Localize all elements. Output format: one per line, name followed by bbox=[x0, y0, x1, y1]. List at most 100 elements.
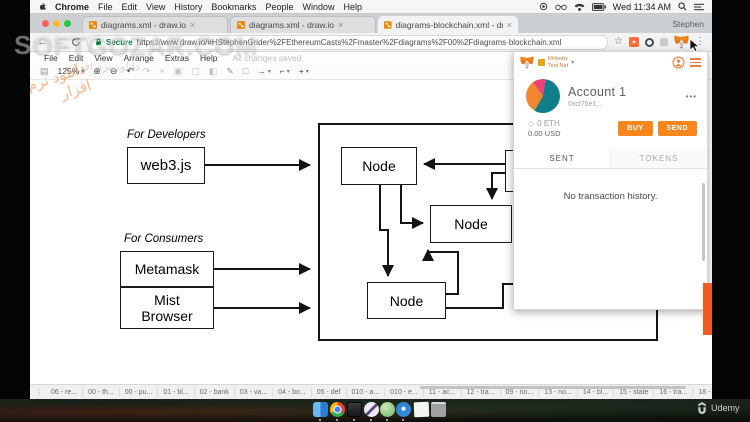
empty-history-message: No transaction history. bbox=[563, 191, 658, 202]
plus-icon: + bbox=[298, 66, 304, 76]
page-tabs-handle-icon[interactable]: ⋮ bbox=[32, 388, 46, 397]
dock-running-dot bbox=[336, 419, 338, 421]
page-tabs-scrollbar[interactable] bbox=[420, 386, 686, 389]
hamburger-menu-icon[interactable] bbox=[690, 58, 701, 67]
desktop-dock-strip: Udemy bbox=[0, 399, 750, 422]
dock-running-dot bbox=[402, 419, 404, 421]
to-back-button[interactable]: ▢ bbox=[191, 66, 200, 76]
menu-app-name[interactable]: Chrome bbox=[55, 2, 89, 12]
page-tab[interactable]: 04 - bo... bbox=[273, 387, 312, 397]
arrow-style-dropdown[interactable]: → ▾ bbox=[257, 66, 271, 76]
apple-icon[interactable] bbox=[38, 2, 46, 12]
close-window-button[interactable] bbox=[42, 20, 49, 27]
battery-icon[interactable] bbox=[591, 2, 606, 11]
page-tab[interactable]: 02 - bank bbox=[195, 387, 235, 397]
popup-scrollbar[interactable] bbox=[702, 183, 705, 261]
dock-running-dot bbox=[370, 419, 372, 421]
udemy-watermark-bar bbox=[703, 283, 712, 335]
minimize-window-button[interactable] bbox=[53, 20, 60, 27]
menu-bookmarks[interactable]: Bookmarks bbox=[211, 2, 256, 12]
buy-button[interactable]: BUY bbox=[618, 121, 653, 136]
page-tab[interactable]: 010 - a... bbox=[347, 387, 386, 397]
watermark-persian-2: دانلود نرم افزار bbox=[70, 61, 141, 73]
network-name-line2: Test Net bbox=[548, 62, 569, 69]
to-front-button[interactable]: ▣ bbox=[174, 66, 183, 76]
chrome-profile-name[interactable]: Stephen bbox=[672, 19, 704, 29]
drawio-favicon bbox=[237, 21, 245, 29]
account-options-icon[interactable]: ••• bbox=[686, 92, 697, 101]
letterbox-right bbox=[712, 0, 750, 399]
page-tab[interactable]: 06 - re... bbox=[46, 387, 84, 397]
chevron-down-icon: ▾ bbox=[571, 60, 575, 66]
bookmark-star-icon[interactable]: ☆ bbox=[614, 37, 623, 47]
page-tab[interactable]: 18 - ov... bbox=[693, 388, 712, 397]
menu-file[interactable]: File bbox=[98, 2, 113, 12]
zoom-window-button[interactable] bbox=[64, 20, 71, 27]
delete-button[interactable]: × bbox=[159, 66, 164, 76]
letterbox-left bbox=[0, 0, 30, 422]
spotlight-search-icon[interactable] bbox=[678, 2, 687, 11]
dock-trash-icon[interactable] bbox=[431, 402, 446, 417]
account-address[interactable]: 0xcf76e1... bbox=[568, 101, 626, 108]
fill-color-button[interactable]: ◧ bbox=[209, 66, 218, 76]
tab-close-icon[interactable]: × bbox=[190, 20, 195, 30]
menu-help[interactable]: Help bbox=[343, 2, 362, 12]
glasses-icon[interactable] bbox=[555, 3, 567, 11]
tab-tokens[interactable]: TOKENS bbox=[611, 149, 707, 168]
transaction-list: No transaction history. bbox=[514, 169, 707, 317]
dock-running-dot bbox=[386, 419, 388, 421]
chevron-down-icon: ▾ bbox=[286, 68, 290, 75]
drawio-page-tab-bar: ⋮ 06 - re... 00 - th... 00 - pu... 01 - … bbox=[30, 384, 712, 399]
dock-safari-icon[interactable] bbox=[396, 402, 411, 417]
record-icon[interactable] bbox=[539, 2, 548, 11]
page-tab[interactable]: 05 - def bbox=[312, 387, 347, 397]
mouse-cursor bbox=[690, 39, 700, 53]
metamask-fox-icon[interactable] bbox=[674, 35, 689, 49]
dock-terminal-icon[interactable] bbox=[347, 402, 362, 417]
notification-center-icon[interactable] bbox=[694, 3, 704, 11]
send-button[interactable]: SEND bbox=[657, 121, 697, 136]
menu-people[interactable]: People bbox=[265, 2, 293, 12]
menu-view[interactable]: View bbox=[146, 2, 165, 12]
tab-close-icon[interactable]: × bbox=[507, 20, 512, 30]
page-tab[interactable]: 00 - pu... bbox=[120, 387, 159, 397]
switch-account-icon[interactable] bbox=[672, 56, 685, 69]
insert-dropdown[interactable]: + ▾ bbox=[299, 66, 309, 76]
wifi-icon[interactable] bbox=[574, 3, 585, 11]
page-tab[interactable]: 010 - e... bbox=[385, 387, 424, 397]
menu-clock[interactable]: Wed 11:34 AM bbox=[613, 2, 671, 12]
metamask-fox-icon bbox=[520, 56, 534, 69]
balance-row: ◇ 0 ETH 0.00 USD BUY SEND bbox=[514, 117, 707, 144]
metamask-header: Rinkeby Test Net ▾ bbox=[514, 52, 707, 71]
connector-style-dropdown[interactable]: ⌐ ▾ bbox=[280, 66, 290, 76]
dock-running-dot bbox=[353, 419, 355, 421]
menu-window[interactable]: Window bbox=[302, 2, 334, 12]
dock-document-icon[interactable] bbox=[413, 401, 430, 418]
screen: Chrome File Edit View History Bookmarks … bbox=[0, 0, 750, 422]
dock-running-dot bbox=[319, 419, 321, 421]
extension-gray-icon[interactable] bbox=[660, 38, 668, 46]
menu-history[interactable]: History bbox=[174, 2, 202, 12]
dock-chrome-icon[interactable] bbox=[330, 402, 345, 417]
page-tab[interactable]: 01 - bl... bbox=[158, 387, 195, 397]
dock-editor-icon[interactable] bbox=[364, 402, 379, 417]
page-tab[interactable]: 03 - va... bbox=[235, 387, 274, 397]
extension-ring-icon[interactable] bbox=[645, 37, 654, 47]
tab-title: diagrams.xml - draw.io bbox=[101, 20, 187, 30]
menu-edit[interactable]: Edit bbox=[122, 2, 138, 12]
redo-button[interactable]: ↷ bbox=[143, 66, 151, 76]
drawio-favicon bbox=[89, 21, 97, 29]
tab-close-icon[interactable]: × bbox=[338, 20, 343, 30]
metamask-tabs: SENT TOKENS bbox=[514, 149, 707, 169]
account-avatar[interactable] bbox=[526, 79, 560, 113]
extension-postman-icon[interactable] bbox=[629, 37, 639, 47]
chevron-down-icon: ▾ bbox=[305, 68, 309, 75]
shape-button[interactable]: □ bbox=[243, 66, 248, 76]
network-dropdown[interactable]: Rinkeby Test Net ▾ bbox=[538, 56, 574, 69]
pencil-style-button[interactable]: ✎ bbox=[226, 66, 234, 76]
dock-finder-icon[interactable] bbox=[313, 402, 328, 417]
page-tab[interactable]: 00 - th... bbox=[83, 387, 120, 397]
browser-tab-3-active[interactable]: diagrams-blockchain.xml - dra × bbox=[378, 16, 518, 33]
tab-sent[interactable]: SENT bbox=[514, 149, 611, 168]
dock-green-app-icon[interactable] bbox=[380, 402, 395, 417]
